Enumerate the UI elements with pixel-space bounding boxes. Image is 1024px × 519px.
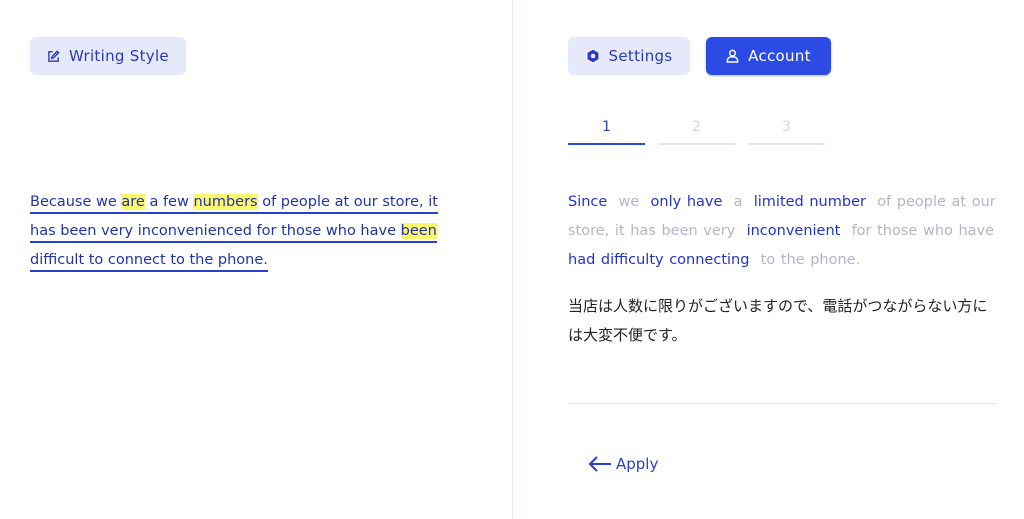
arrow-left-icon	[588, 456, 611, 472]
account-label: Account	[748, 47, 811, 65]
step-tab-3-label: 3	[782, 119, 791, 135]
settings-button[interactable]: Settings	[568, 37, 690, 75]
input-text: Because we are a few numbers of people a…	[30, 188, 460, 275]
input-segment: Because we	[30, 194, 122, 210]
input-text-underlined: Because we are a few numbers of people a…	[30, 194, 438, 272]
step-tab-1[interactable]: 1	[568, 112, 645, 145]
suggestion-segment: a	[733, 194, 743, 210]
section-divider	[568, 403, 996, 404]
apply-button[interactable]: Apply	[588, 450, 658, 478]
settings-label: Settings	[608, 47, 673, 65]
writing-style-label: Writing Style	[69, 47, 169, 65]
suggestion-segment: we	[618, 194, 640, 210]
suggested-phrase[interactable]: limited number	[754, 194, 866, 210]
writing-style-button[interactable]: Writing Style	[30, 37, 186, 75]
gear-icon	[587, 49, 598, 63]
step-tab-1-label: 1	[602, 119, 611, 135]
suggestion-segment: for those who have	[851, 223, 995, 239]
input-segment: difficult to connect to the phone.	[30, 252, 268, 268]
step-tab-3[interactable]: 3	[748, 112, 825, 145]
suggested-phrase[interactable]: only have	[651, 194, 723, 210]
suggestion-segment: to the phone.	[760, 252, 861, 268]
panel-divider	[512, 0, 513, 519]
translation-text: 当店は人数に限りがございますので、電話がつながらない方には大変不便です。	[568, 297, 988, 344]
highlighted-word[interactable]: been	[400, 223, 437, 239]
highlighted-word[interactable]: are	[121, 194, 145, 210]
apply-label: Apply	[616, 455, 659, 473]
user-icon	[726, 49, 739, 63]
account-button[interactable]: Account	[706, 37, 831, 75]
suggested-phrase[interactable]: inconvenient	[747, 223, 841, 239]
suggested-phrase[interactable]: Since	[568, 194, 607, 210]
suggestion-text: Since we only have a limited number of p…	[568, 188, 998, 275]
step-tab-2-label: 2	[692, 119, 701, 135]
suggested-phrase[interactable]: had difficulty connecting	[568, 252, 749, 268]
edit-icon	[48, 49, 60, 62]
highlighted-word[interactable]: numbers	[193, 194, 258, 210]
step-tab-2[interactable]: 2	[658, 112, 735, 145]
input-segment: a few	[144, 194, 194, 210]
